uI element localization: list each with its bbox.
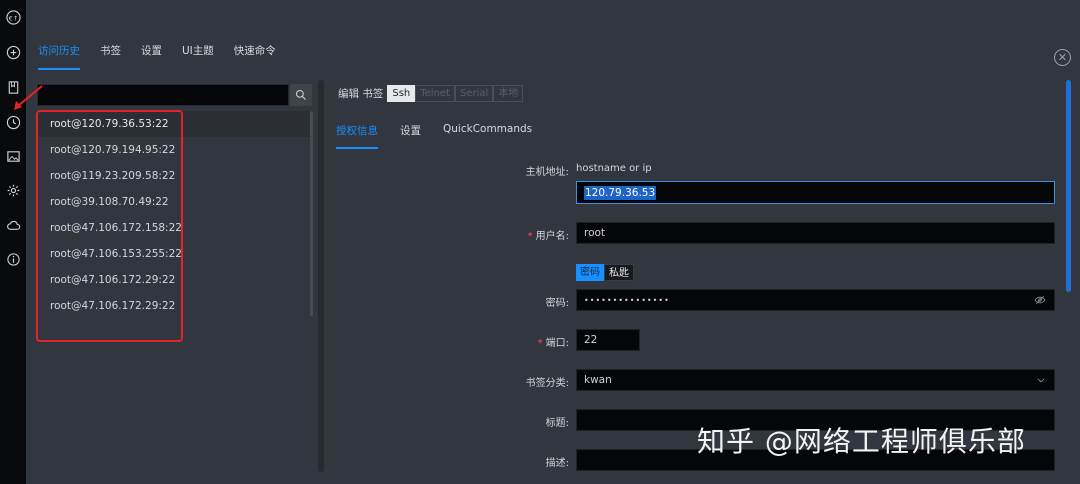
- list-item[interactable]: root@47.106.153.255:22: [37, 241, 312, 267]
- password-label: 密码:: [545, 298, 569, 309]
- protocol-local-button[interactable]: 本地: [493, 85, 524, 102]
- edit-header: 编辑 书签 Ssh Telnet Serial 本地: [338, 85, 524, 102]
- auth-type-toggle: 密码 私匙: [576, 264, 634, 281]
- list-item[interactable]: root@119.23.209.58:22: [37, 163, 312, 189]
- list-item[interactable]: root@47.106.172.158:22: [37, 215, 312, 241]
- port-input[interactable]: 22: [576, 329, 640, 351]
- watermark: 知乎 @网络工程师俱乐部: [697, 425, 1026, 458]
- tab-quick-commands[interactable]: 快速命令: [234, 43, 276, 70]
- bookmark-icon[interactable]: [4, 78, 22, 96]
- app-logo-icon[interactable]: €↑: [4, 8, 22, 26]
- history-scrollbar[interactable]: [310, 111, 313, 316]
- host-label: 主机地址:: [525, 167, 569, 178]
- protocol-serial-button[interactable]: Serial: [455, 85, 494, 102]
- tab-edit-settings[interactable]: 设置: [400, 123, 421, 149]
- tab-quickcommands[interactable]: QuickCommands: [443, 123, 532, 149]
- cloud-sync-icon[interactable]: [4, 216, 22, 234]
- search-button[interactable]: [290, 84, 312, 106]
- password-value: •••••••••••••••: [584, 295, 670, 305]
- chevron-down-icon: [1037, 378, 1045, 383]
- list-item[interactable]: root@47.106.172.29:22: [37, 293, 312, 319]
- protocol-telnet-button[interactable]: Telnet: [415, 85, 456, 102]
- panel-divider[interactable]: [318, 80, 324, 472]
- user-label: * 用户名:: [527, 231, 569, 242]
- gear-icon[interactable]: [4, 181, 22, 199]
- tab-settings[interactable]: 设置: [141, 43, 162, 70]
- edit-sub-tabs: 授权信息 设置 QuickCommands: [336, 123, 554, 149]
- list-item[interactable]: root@39.108.70.49:22: [37, 189, 312, 215]
- tab-ui-theme[interactable]: UI主题: [182, 43, 214, 70]
- eye-icon[interactable]: [1034, 294, 1046, 306]
- category-label: 书签分类:: [525, 378, 569, 389]
- search-icon: [295, 89, 306, 100]
- host-hint: hostname or ip: [576, 163, 652, 174]
- password-input[interactable]: •••••••••••••••: [576, 289, 1055, 311]
- close-icon[interactable]: ✕: [1054, 49, 1071, 66]
- edit-label: 编辑 书签: [338, 88, 384, 100]
- form-scrollbar[interactable]: [1066, 80, 1071, 292]
- tab-history[interactable]: 访问历史: [38, 43, 80, 70]
- title-label: 标题:: [545, 418, 569, 429]
- info-icon[interactable]: [4, 250, 22, 268]
- host-input[interactable]: 120.79.36.53: [576, 181, 1055, 204]
- category-select[interactable]: kwan: [576, 369, 1055, 391]
- auth-private-key-option[interactable]: 私匙: [604, 264, 634, 281]
- list-item[interactable]: root@120.79.36.53:22: [37, 111, 312, 137]
- desc-label: 描述:: [545, 458, 569, 469]
- clock-icon[interactable]: [4, 113, 22, 131]
- list-item[interactable]: root@120.79.194.95:22: [37, 137, 312, 163]
- history-list: root@120.79.36.53:22 root@120.79.194.95:…: [37, 111, 312, 316]
- auth-password-option[interactable]: 密码: [576, 264, 604, 281]
- image-icon[interactable]: [4, 147, 22, 165]
- history-search-input[interactable]: [37, 84, 289, 106]
- protocol-ssh-button[interactable]: Ssh: [387, 85, 416, 102]
- category-value: kwan: [584, 374, 612, 386]
- list-item[interactable]: root@47.106.172.29:22: [37, 267, 312, 293]
- svg-text:€↑: €↑: [8, 14, 18, 22]
- tab-bookmarks[interactable]: 书签: [100, 43, 121, 70]
- plus-circle-icon[interactable]: [4, 43, 22, 61]
- tab-auth-info[interactable]: 授权信息: [336, 123, 378, 149]
- top-tabs: 访问历史 书签 设置 UI主题 快速命令: [38, 43, 296, 70]
- user-input[interactable]: root: [576, 222, 1055, 244]
- host-value: 120.79.36.53: [584, 185, 657, 200]
- icon-rail: €↑: [0, 0, 26, 484]
- port-label: * 端口:: [537, 338, 569, 349]
